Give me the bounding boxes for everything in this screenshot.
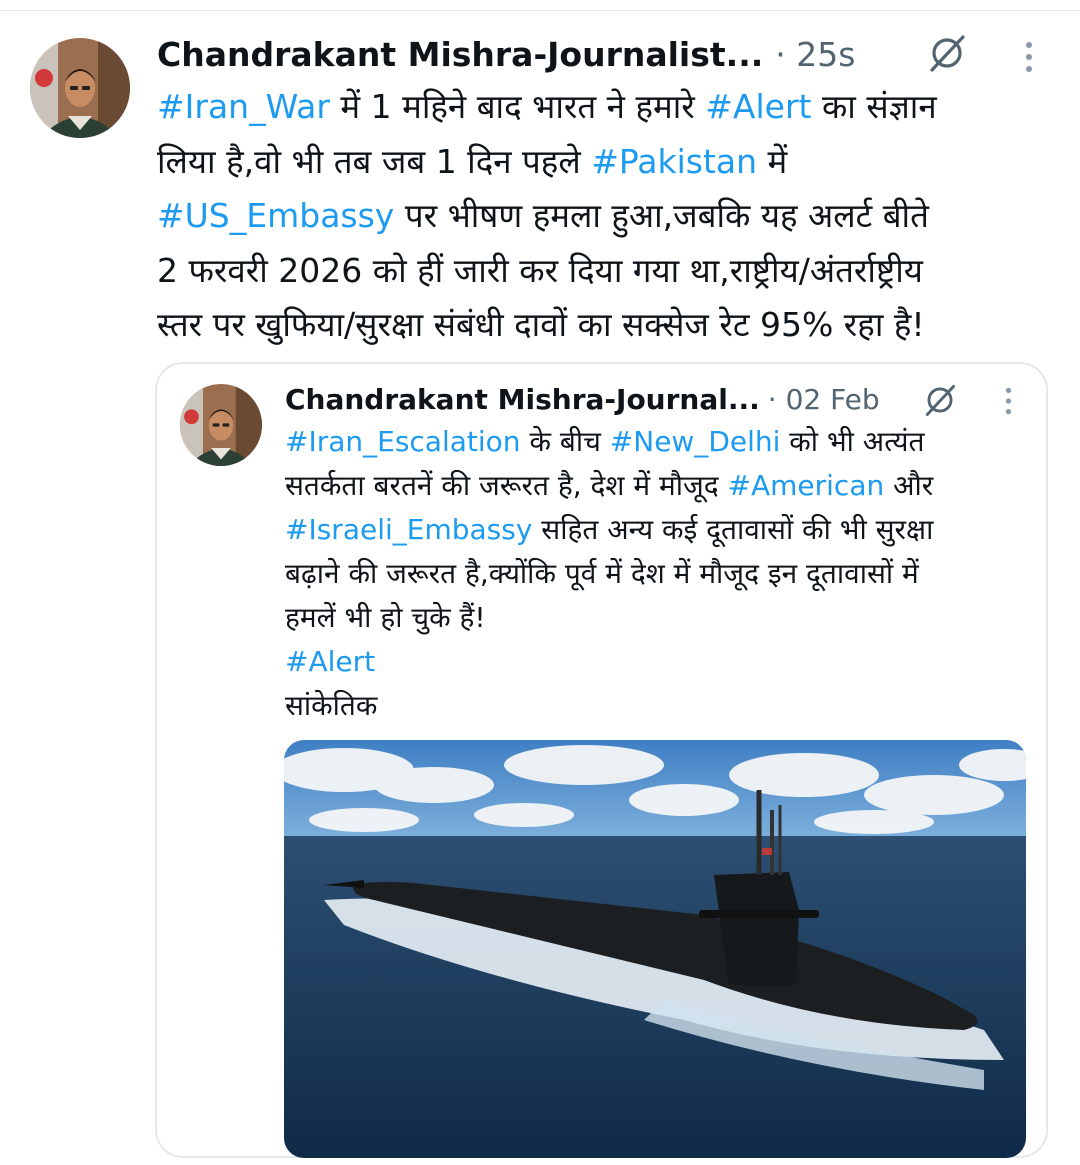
text-line: सतर्कता बरतनें की जरूरत है, देश में मौजू… [285,464,1020,508]
text-segment: पर भीषण हमला हुआ,जबकि यह अलर्ट बीते [394,196,929,235]
submarine-photo[interactable] [284,740,1026,1158]
quoted-author-name[interactable]: Chandrakant Mishra-Journal... [285,383,760,416]
hashtag-link[interactable]: #Iran_War [157,87,330,126]
post-text: #Iran_War में 1 महिने बाद भारत ने हमारे … [157,80,1062,353]
post-timestamp[interactable]: · 25s [775,35,855,74]
avatar-photo [180,384,262,466]
hashtag-link[interactable]: #Alert [705,87,811,126]
text-segment: सांकेतिक [285,689,378,722]
text-line: बढ़ाने की जरूरत है,क्योंकि पूर्व में देश… [285,552,1020,596]
text-segment: सहित अन्य कई दूतावासों की भी सुरक्षा [532,513,934,546]
text-line: #Iran_Escalation के बीच #New_Delhi को भी… [285,420,1020,464]
text-segment: और [884,469,934,502]
avatar-photo [30,38,130,138]
text-line: #Iran_War में 1 महिने बाद भारत ने हमारे … [157,80,1062,135]
text-segment: सतर्कता बरतनें की जरूरत है, देश में मौजू… [285,469,728,502]
grok-icon[interactable] [924,30,970,76]
text-segment: बढ़ाने की जरूरत है,क्योंकि पूर्व में देश… [285,557,919,590]
text-segment: को भी अत्यंत [780,425,925,458]
post-header: Chandrakant Mishra-Journalist... · 25s [157,30,855,78]
hashtag-link[interactable]: #Alert [285,645,375,678]
text-line: स्तर पर खुफिया/सुरक्षा संबंधी दावों का स… [157,298,1062,353]
text-segment: का संज्ञान [811,87,937,126]
quoted-author-avatar[interactable] [180,384,262,466]
text-segment: स्तर पर खुफिया/सुरक्षा संबंधी दावों का स… [157,305,925,344]
text-segment: में [757,141,788,181]
grok-icon[interactable] [920,380,960,420]
text-segment: हमलें भी हो चुके हैं! [285,601,486,634]
hashtag-link[interactable]: #Pakistan [591,142,757,181]
text-segment: में 1 महिने बाद भारत ने हमारे [329,87,706,126]
hashtag-link[interactable]: #New_Delhi [610,425,781,458]
author-avatar[interactable] [30,38,130,138]
text-segment: 2 फरवरी 2026 को हीं जारी कर दिया गया था,… [157,250,923,290]
hashtag-link[interactable]: #American [728,469,885,502]
text-line: सांकेतिक [285,684,1020,728]
text-line: लिया है,वो भी तब जब 1 दिन पहले #Pakistan… [157,135,1062,190]
quoted-post-header: Chandrakant Mishra-Journal... · 02 Feb [285,378,880,420]
text-line: #US_Embassy पर भीषण हमला हुआ,जबकि यह अलर… [157,189,1062,244]
text-segment: लिया है,वो भी तब जब 1 दिन पहले [157,141,592,181]
hashtag-link[interactable]: #Iran_Escalation [285,425,521,458]
hashtag-link[interactable]: #US_Embassy [157,196,394,235]
top-divider [0,10,1080,11]
text-line: #Israeli_Embassy सहित अन्य कई दूतावासों … [285,508,1020,552]
text-line: #Alert [285,640,1020,684]
quoted-post-text: #Iran_Escalation के बीच #New_Delhi को भी… [285,420,1020,728]
quoted-post-timestamp[interactable]: · 02 Feb [768,383,880,416]
more-options-icon[interactable] [1014,36,1044,78]
text-line: हमलें भी हो चुके हैं! [285,596,1020,640]
hashtag-link[interactable]: #Israeli_Embassy [285,513,532,546]
submarine-image [284,740,1026,1158]
text-line: 2 फरवरी 2026 को हीं जारी कर दिया गया था,… [157,244,1062,299]
more-options-icon[interactable] [994,382,1022,420]
text-segment: के बीच [520,425,610,458]
author-name[interactable]: Chandrakant Mishra-Journalist... [157,35,763,74]
